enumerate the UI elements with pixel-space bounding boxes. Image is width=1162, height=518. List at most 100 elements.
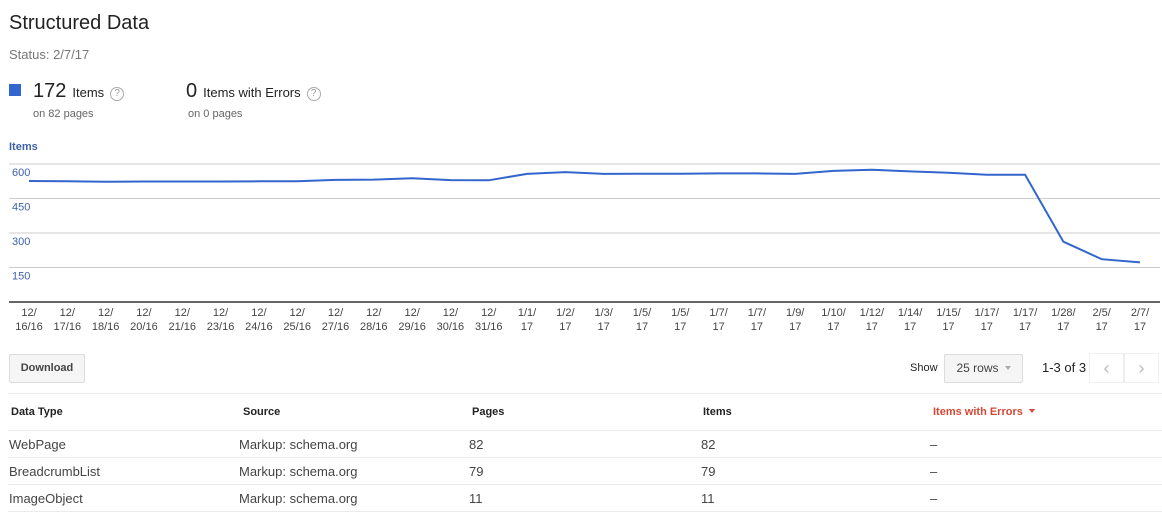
data-point [1099,256,1105,262]
data-point [218,178,224,184]
cell-pages: 82 [469,437,484,452]
data-point [1137,259,1143,265]
x-tick-label: 30/16 [437,321,465,333]
column-header-items-with-errors[interactable]: Items with Errors [933,406,1035,418]
x-tick-label: 2/5/ [1093,307,1112,319]
cell-source: Markup: schema.org [239,464,358,479]
cell-pages: 79 [469,464,484,479]
cell-items: 82 [701,437,716,452]
divider [8,430,1162,431]
x-tick-label: 24/16 [245,321,273,333]
data-point [26,178,32,184]
help-icon[interactable]: ? [306,87,321,101]
x-tick-label: 1/9/ [786,307,805,319]
divider [8,393,1162,394]
y-tick-label: 150 [12,271,30,283]
data-point [524,171,530,177]
x-tick-label: 12/ [136,307,152,319]
data-point [409,175,415,181]
items-line-chart: 150300450600 12/16/1612/17/1612/18/1612/… [9,163,1160,333]
column-header-source[interactable]: Source [243,406,280,418]
data-point [371,177,377,183]
items-label: Items [72,85,105,100]
cell-source: Markup: schema.org [239,437,358,452]
y-tick-label: 450 [12,202,30,214]
data-point [141,178,147,184]
data-point [1022,172,1028,178]
x-tick-label: 12/ [175,307,191,319]
x-tick-label: 17 [636,321,648,333]
y-tick-label: 600 [12,167,30,179]
x-tick-label: 12/ [21,307,37,319]
x-tick-label: 20/16 [130,321,158,333]
download-button[interactable]: Download [9,354,85,383]
x-tick-label: 17 [866,321,878,333]
x-tick-label: 12/ [328,307,344,319]
x-tick-label: 1/1/ [518,307,537,319]
x-tick-label: 12/ [213,307,229,319]
page-title: Structured Data [9,12,150,34]
help-icon[interactable]: ? [110,87,125,101]
x-tick-label: 17 [598,321,610,333]
cell-data-type[interactable]: WebPage [9,437,66,452]
items-series-swatch[interactable] [9,84,21,96]
pagination-info: 1-3 of 3 [1042,360,1087,375]
x-tick-label: 18/16 [92,321,120,333]
x-tick-label: 17 [1057,321,1069,333]
x-tick-label: 1/10/ [821,307,846,319]
x-tick-label: 1/17/ [1013,307,1038,319]
cell-items-with-errors: – [930,464,938,479]
x-tick-label: 1/7/ [709,307,728,319]
x-tick-label: 1/2/ [556,307,575,319]
cell-items-with-errors: – [930,491,938,506]
rows-per-page-select[interactable]: 25 rows [944,354,1023,383]
data-point [945,170,951,176]
x-tick-label: 17 [789,321,801,333]
x-tick-label: 1/15/ [936,307,961,319]
x-tick-label: 12/ [443,307,459,319]
x-tick-label: 1/12/ [860,307,885,319]
data-point [831,168,837,174]
x-tick-label: 1/3/ [594,307,613,319]
data-point [639,171,645,177]
x-tick-label: 27/16 [322,321,350,333]
x-tick-label: 17 [904,321,916,333]
previous-page-button[interactable]: ‹ [1089,353,1124,383]
x-tick-label: 1/5/ [633,307,652,319]
data-point [907,168,913,174]
x-tick-label: 25/16 [283,321,311,333]
x-tick-label: 17 [1134,321,1146,333]
column-header-items[interactable]: Items [703,406,732,418]
errors-summary[interactable]: 0 Items with Errors ? [186,80,321,103]
cell-data-type[interactable]: BreadcrumbList [9,464,100,479]
cell-source: Markup: schema.org [239,491,358,506]
data-point [332,177,338,183]
column-header-pages[interactable]: Pages [472,406,504,418]
x-tick-label: 12/ [60,307,76,319]
rows-per-page-value: 25 rows [956,361,999,375]
row-divider [8,511,1162,512]
x-tick-label: 31/16 [475,321,503,333]
x-tick-label: 17 [827,321,839,333]
x-tick-label: 29/16 [398,321,426,333]
column-header-label: Items with Errors [933,406,1023,418]
cell-items: 79 [701,464,716,479]
x-tick-label: 17 [1096,321,1108,333]
data-point [716,170,722,176]
show-label: Show [910,362,938,374]
data-point [601,171,607,177]
items-pages: on 82 pages [33,108,94,120]
x-tick-label: 12/ [251,307,267,319]
x-tick-label: 17 [712,321,724,333]
chevron-left-icon: ‹ [1103,358,1110,378]
cell-data-type[interactable]: ImageObject [9,491,83,506]
cell-items-with-errors: – [930,437,938,452]
errors-label: Items with Errors [203,85,301,100]
cell-pages: 11 [469,491,483,506]
x-tick-label: 17 [751,321,763,333]
items-summary[interactable]: 172 Items ? [9,80,125,103]
x-tick-label: 23/16 [207,321,235,333]
column-header-data-type[interactable]: Data Type [11,406,63,418]
next-page-button[interactable]: › [1124,353,1159,383]
data-point [754,170,760,176]
